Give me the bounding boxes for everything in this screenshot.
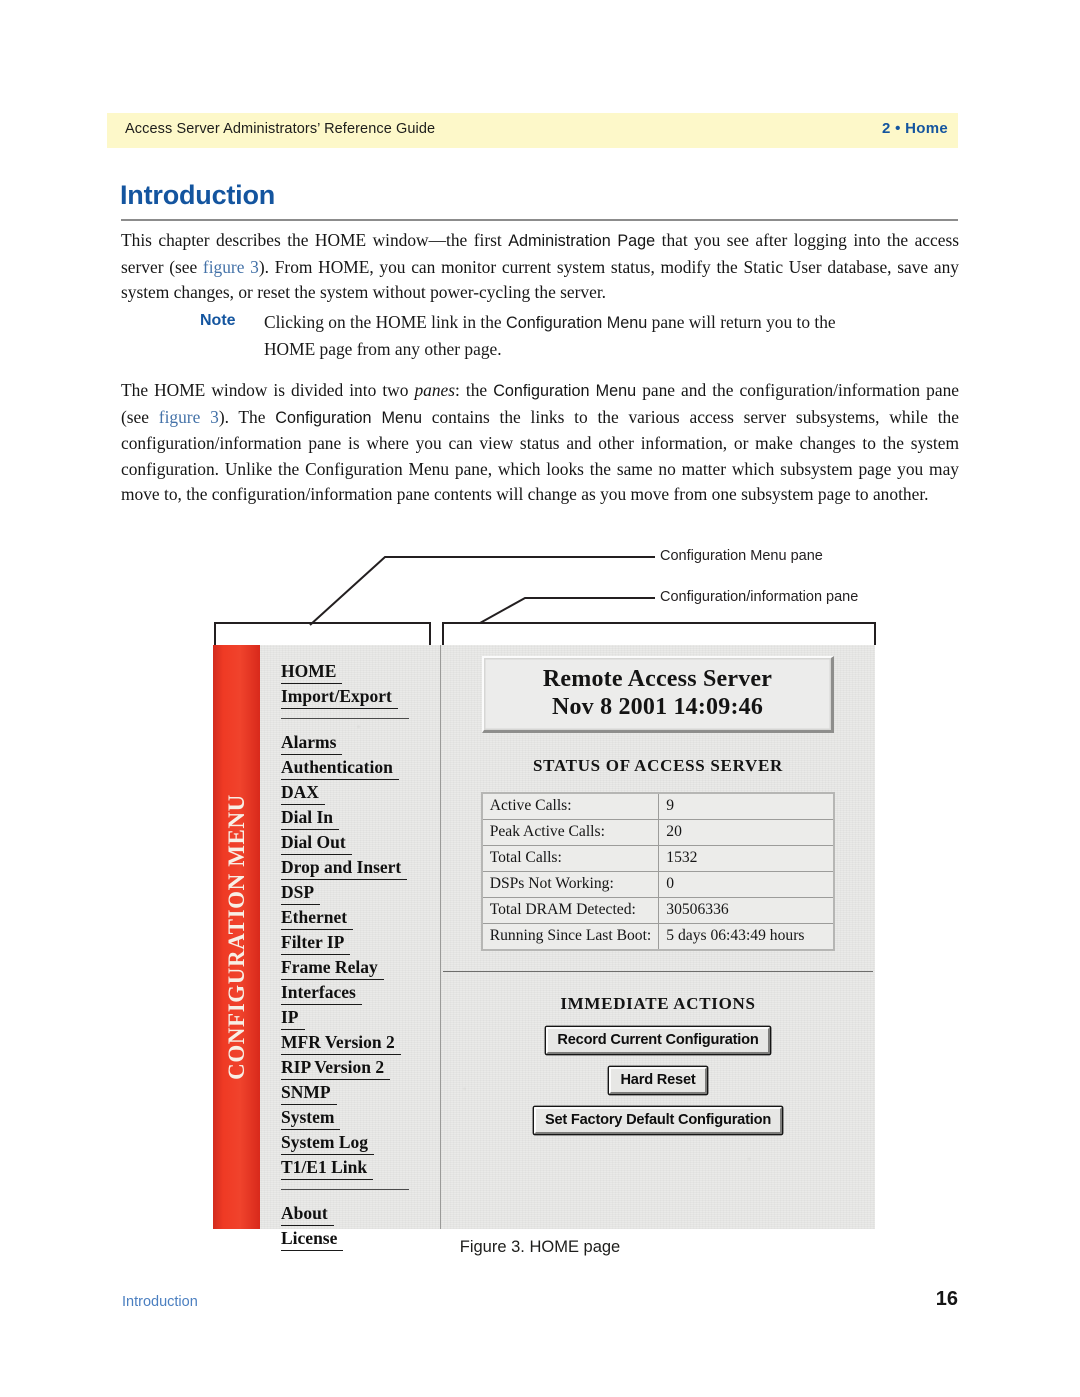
server-banner: Remote Access Server Nov 8 2001 14:09:46 (482, 656, 834, 733)
nav-link-import-export[interactable]: Import/Export (281, 684, 398, 709)
immediate-actions-title: IMMEDIATE ACTIONS (560, 994, 756, 1014)
nav-link-interfaces[interactable]: Interfaces (281, 980, 362, 1005)
status-value-peak-active-calls: 20 (658, 819, 835, 846)
p2-term-configuration-menu-1: Configuration Menu (493, 382, 637, 400)
hard-reset-button[interactable]: Hard Reset (609, 1067, 707, 1095)
note-part-a: Clicking on the HOME link in the (264, 312, 506, 332)
page-title: Introduction (120, 180, 276, 210)
record-current-configuration-button[interactable]: Record Current Configuration (546, 1027, 770, 1055)
configuration-information-pane: Remote Access Server Nov 8 2001 14:09:46… (441, 645, 875, 1229)
status-value-dsps-not-working: 0 (658, 871, 835, 898)
status-key-dsps-not-working: DSPs Not Working: (481, 871, 660, 898)
nav-link-authentication[interactable]: Authentication (281, 755, 399, 780)
nav-link-dial-in[interactable]: Dial In (281, 805, 340, 830)
status-key-peak-active-calls: Peak Active Calls: (481, 819, 660, 846)
status-value-total-dram-detected: 30506336 (658, 897, 835, 924)
nav-group-divider-bottom (281, 1189, 409, 1190)
home-page-screenshot: CONFIGURATION MENU HOME Import/Export Al… (213, 645, 875, 1251)
server-banner-title: Remote Access Server (542, 666, 773, 692)
nav-link-dsp[interactable]: DSP (281, 880, 321, 905)
p2-emphasis-panes: panes (414, 380, 456, 400)
cross-reference-figure-3-second[interactable]: figure 3 (159, 407, 219, 427)
table-row: Running Since Last Boot: 5 days 06:43:49… (481, 923, 835, 951)
configuration-menu-pane: HOME Import/Export Alarms Authentication… (260, 645, 441, 1251)
status-section-title: STATUS OF ACCESS SERVER (533, 756, 783, 775)
nav-link-dial-out[interactable]: Dial Out (281, 830, 352, 855)
status-value-running-since-last-boot: 5 days 06:43:49 hours (658, 923, 835, 951)
nav-link-frame-relay[interactable]: Frame Relay (281, 955, 384, 980)
nav-link-about[interactable]: About (281, 1201, 334, 1226)
nav-link-system[interactable]: System (281, 1105, 341, 1130)
table-row: Peak Active Calls: 20 (481, 819, 835, 846)
nav-link-drop-and-insert[interactable]: Drop and Insert (281, 855, 408, 880)
status-value-active-calls: 9 (658, 792, 835, 820)
running-header-band: Access Server Administrators’ Reference … (107, 113, 958, 148)
set-factory-default-configuration-button[interactable]: Set Factory Default Configuration (533, 1107, 783, 1135)
p2-part-d: ). The (218, 406, 276, 427)
button-row-hard-reset: Hard Reset (441, 1067, 875, 1095)
nav-link-home[interactable]: HOME (281, 659, 343, 684)
nav-link-filter-ip[interactable]: Filter IP (281, 930, 351, 955)
status-table: Active Calls: 9 Peak Active Calls: 20 To… (480, 792, 836, 951)
button-row-factory-default: Set Factory Default Configuration (441, 1107, 875, 1135)
callout-leader-lines (214, 556, 876, 645)
nav-link-ip[interactable]: IP (281, 1005, 305, 1030)
nav-link-snmp[interactable]: SNMP (281, 1080, 337, 1105)
button-row-record: Record Current Configuration (441, 1027, 875, 1055)
p2-part-a: The HOME window is divided into two (121, 380, 415, 400)
intro-paragraph-1: This chapter describes the HOME window—t… (121, 228, 959, 306)
note-text: Clicking on the HOME link in the Configu… (264, 310, 884, 362)
status-key-active-calls: Active Calls: (481, 792, 660, 820)
configuration-menu-sidebar-bar: CONFIGURATION MENU (213, 645, 260, 1229)
cross-reference-figure-3[interactable]: figure 3 (203, 257, 259, 277)
footer-page-number: 16 (935, 1288, 958, 1310)
server-banner-timestamp: Nov 8 2001 14:09:46 (551, 694, 764, 720)
status-key-total-calls: Total Calls: (481, 845, 660, 872)
intro-paragraph-2: The HOME window is divided into two pane… (121, 378, 959, 508)
pane-section-divider (443, 971, 873, 973)
nav-link-dax[interactable]: DAX (281, 780, 325, 805)
nav-link-t1-e1-link[interactable]: T1/E1 Link (281, 1155, 374, 1180)
nav-link-system-log[interactable]: System Log (281, 1130, 375, 1155)
running-header-chapter: 2 • Home (881, 120, 948, 137)
nav-group-divider-top (281, 718, 409, 719)
configuration-menu-vertical-label: CONFIGURATION MENU (223, 794, 249, 1080)
nav-link-rip-version-2[interactable]: RIP Version 2 (281, 1055, 391, 1080)
figure-caption: Figure 3. HOME page (459, 1238, 621, 1256)
p1-part-a: This chapter describes the HOME window—t… (121, 230, 509, 250)
table-row: Total DRAM Detected: 30506336 (481, 897, 835, 924)
table-row: DSPs Not Working: 0 (481, 871, 835, 898)
status-key-running-since-last-boot: Running Since Last Boot: (481, 923, 660, 951)
nav-link-mfr-version-2[interactable]: MFR Version 2 (281, 1030, 401, 1055)
footer-section-label: Introduction (122, 1294, 198, 1310)
table-row: Total Calls: 1532 (481, 845, 835, 872)
nav-link-alarms[interactable]: Alarms (281, 730, 343, 755)
nav-link-ethernet[interactable]: Ethernet (281, 905, 354, 930)
table-row: Active Calls: 9 (481, 792, 835, 820)
status-value-total-calls: 1532 (658, 845, 835, 872)
running-header-title: Access Server Administrators’ Reference … (125, 121, 436, 137)
p1-term-administration-page: Administration Page (508, 232, 656, 250)
status-key-total-dram-detected: Total DRAM Detected: (481, 897, 660, 924)
heading-divider (121, 219, 958, 221)
note-term-configuration-menu: Configuration Menu (506, 314, 648, 332)
p2-term-configuration-menu-2: Configuration Menu (275, 408, 422, 427)
note-label: Note (200, 312, 236, 329)
p2-part-b: : the (455, 380, 494, 400)
figure-home-page: CONFIGURATION MENU HOME Import/Export Al… (213, 645, 875, 1251)
